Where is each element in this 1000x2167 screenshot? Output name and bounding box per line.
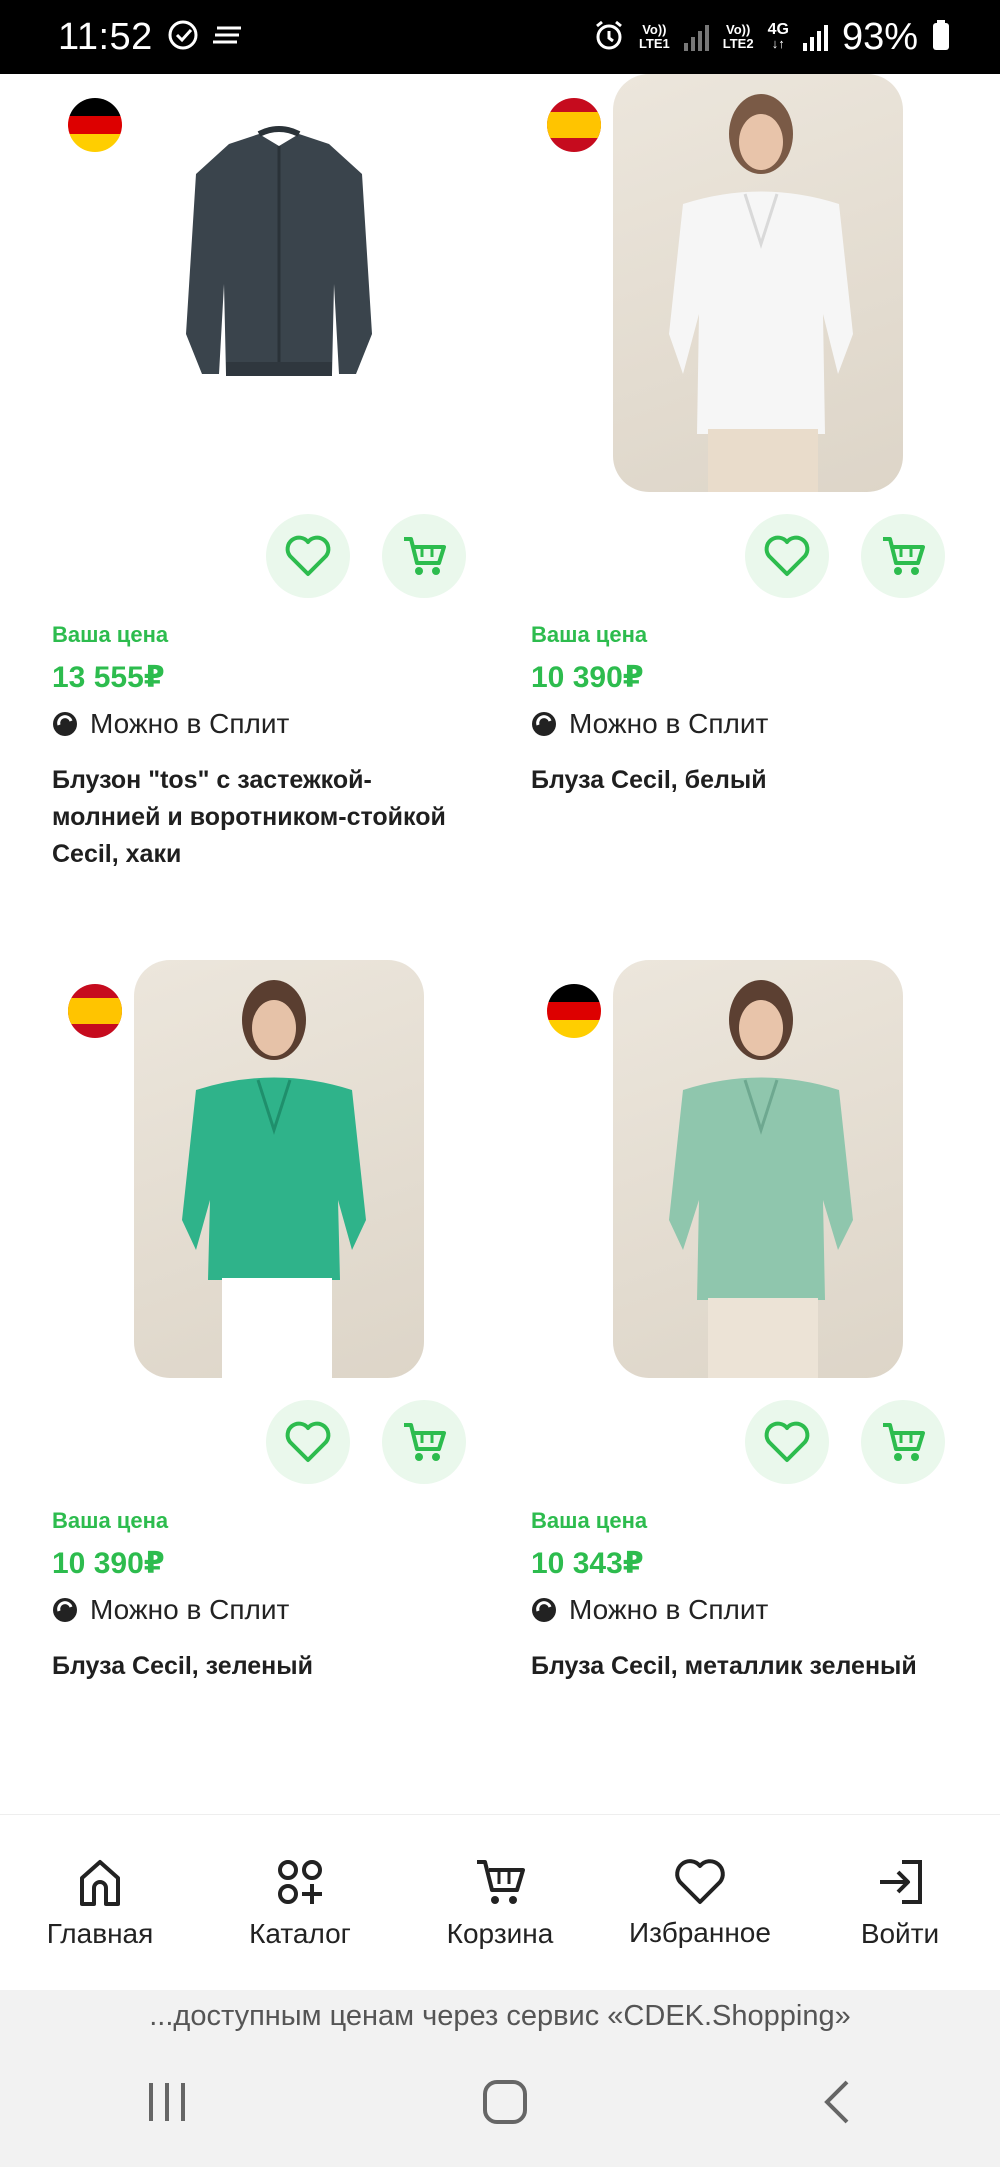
cart-icon — [883, 537, 925, 575]
alarm-icon — [593, 19, 625, 56]
split-icon — [53, 1598, 77, 1622]
add-to-cart-button[interactable] — [861, 514, 945, 598]
nav-cart[interactable]: Корзина — [410, 1856, 590, 1950]
system-navigation-bar — [0, 2042, 1000, 2167]
battery-percent: 93% — [841, 15, 918, 58]
add-to-favorites-button[interactable] — [266, 1400, 350, 1484]
add-to-favorites-button[interactable] — [266, 514, 350, 598]
spain-flag-icon — [68, 984, 122, 1038]
split-text: Можно в Сплит — [569, 1594, 769, 1625]
price: 13 555₽ — [52, 661, 165, 694]
product-image[interactable] — [52, 74, 512, 492]
back-chevron-icon — [823, 2080, 849, 2124]
recent-apps-icon — [149, 2083, 186, 2121]
sim1-indicator: Vo)) LTE1 — [638, 22, 670, 51]
signal-1-icon — [683, 23, 709, 51]
nav-catalog-label: Каталог — [249, 1917, 351, 1949]
product-title[interactable]: Блуза Cecil, белый — [531, 762, 951, 799]
nav-cart-label: Корзина — [446, 1917, 554, 1949]
price: 10 390₽ — [531, 661, 644, 694]
price-label: Ваша цена — [52, 1508, 169, 1533]
cart-icon — [883, 1423, 925, 1461]
split-text: Можно в Сплит — [569, 708, 769, 739]
price-label: Ваша цена — [52, 622, 169, 647]
bottom-navigation: Главная Каталог Корзина Избранное Войти — [0, 1814, 1000, 1990]
add-to-favorites-button[interactable] — [745, 514, 829, 598]
product-image[interactable] — [531, 960, 991, 1378]
service-banner[interactable]: ...доступным ценам через сервис «CDEK.Sh… — [0, 1990, 1000, 2042]
product-title[interactable]: Блуза Cecil, зеленый — [52, 1648, 472, 1685]
nav-catalog[interactable]: Каталог — [210, 1856, 390, 1950]
split-info: Можно в Сплит — [531, 1594, 768, 1626]
add-to-cart-button[interactable] — [861, 1400, 945, 1484]
heart-icon — [764, 1421, 810, 1462]
split-text: Можно в Сплит — [90, 708, 290, 739]
catalog-icon — [278, 1859, 322, 1904]
network-type: 4G ↓↑ — [767, 21, 789, 51]
split-icon — [532, 712, 556, 736]
split-icon — [53, 712, 77, 736]
nav-home[interactable]: Главная — [10, 1856, 190, 1950]
home-square-icon — [482, 2080, 527, 2124]
home-icon — [80, 1859, 120, 1906]
product-image[interactable] — [52, 960, 512, 1378]
clock: 11:52 — [58, 15, 153, 58]
nav-login-label: Войти — [860, 1917, 940, 1949]
menu-lines-icon — [212, 23, 243, 52]
add-to-favorites-button[interactable] — [745, 1400, 829, 1484]
germany-flag-icon — [68, 98, 122, 152]
heart-icon — [285, 535, 331, 576]
check-circle-icon — [167, 19, 199, 56]
cart-icon — [404, 537, 446, 575]
price: 10 343₽ — [531, 1547, 644, 1580]
nav-login[interactable]: Войти — [810, 1856, 990, 1950]
add-to-cart-button[interactable] — [382, 514, 466, 598]
home-system-button[interactable] — [480, 2077, 530, 2132]
cart-icon — [477, 1859, 525, 1904]
split-info: Можно в Сплит — [52, 708, 289, 740]
green-blouse-photo — [134, 960, 424, 1378]
spain-flag-icon — [547, 98, 601, 152]
product-title[interactable]: Блузон "tos" с застежкой-молнией и ворот… — [52, 762, 472, 873]
heart-icon — [764, 535, 810, 576]
product-title[interactable]: Блуза Cecil, металлик зеленый — [531, 1648, 951, 1685]
heart-icon — [675, 1858, 725, 1904]
back-system-button[interactable] — [817, 2077, 857, 2132]
germany-flag-icon — [547, 984, 601, 1038]
signal-2-icon — [802, 23, 828, 51]
split-info: Можно в Сплит — [531, 708, 768, 740]
sim2-indicator: Vo)) LTE2 — [722, 22, 754, 51]
split-text: Можно в Сплит — [90, 1594, 290, 1625]
heart-icon — [285, 1421, 331, 1462]
product-grid: Ваша цена 13 555₽ Можно в Сплит Блузон "… — [0, 74, 1000, 1814]
mint-blouse-photo — [613, 960, 903, 1378]
split-icon — [532, 1598, 556, 1622]
login-icon — [880, 1859, 922, 1904]
add-to-cart-button[interactable] — [382, 1400, 466, 1484]
status-bar: 11:52 Vo)) LTE1 Vo)) LTE2 4G ↓↑ 93% — [0, 0, 1000, 74]
split-info: Можно в Сплит — [52, 1594, 289, 1626]
nav-favorites[interactable]: Избранное — [610, 1857, 790, 1949]
nav-favorites-label: Избранное — [629, 1916, 771, 1948]
price-label: Ваша цена — [531, 622, 648, 647]
product-image[interactable] — [531, 74, 991, 492]
nav-home-label: Главная — [46, 1917, 154, 1949]
battery-icon — [932, 19, 950, 55]
cart-icon — [404, 1423, 446, 1461]
white-blouse-photo — [613, 74, 903, 492]
recent-apps-button[interactable] — [143, 2079, 193, 2130]
price-label: Ваша цена — [531, 1508, 648, 1533]
jacket-photo — [134, 74, 424, 492]
price: 10 390₽ — [52, 1547, 165, 1580]
